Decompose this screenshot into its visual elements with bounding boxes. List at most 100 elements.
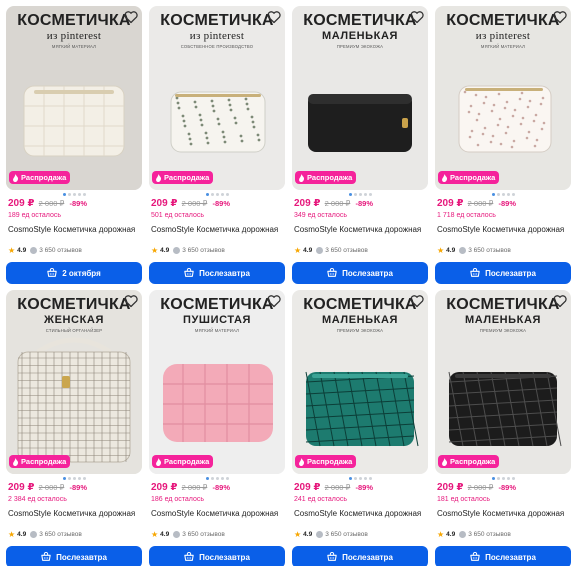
product-title[interactable]: CosmoStyle Косметичка дорожная <box>8 224 142 235</box>
product-card[interactable]: КОСМЕТИЧКА из pinterest МЯГКИЙ МАТЕРИАЛ … <box>6 6 142 284</box>
delivery-label: Послезавтра <box>485 268 536 278</box>
old-price: 2 000 ₽ <box>324 199 351 208</box>
star-icon: ★ <box>294 246 302 255</box>
rating-row: ★ 4.9 3 650 отзывов <box>8 530 82 539</box>
product-card[interactable]: КОСМЕТИЧКА ПУШИСТАЯ МЯГКИЙ МАТЕРИАЛ Расп… <box>149 290 285 566</box>
product-card[interactable]: КОСМЕТИЧКА из pinterest МЯГКИЙ МАТЕРИАЛ … <box>435 6 571 284</box>
heart-icon[interactable] <box>552 293 568 309</box>
sale-badge: Распродажа <box>438 455 500 468</box>
reviews-count: 3 650 отзывов <box>325 531 368 538</box>
price: 209 ₽ <box>8 198 35 209</box>
heart-icon[interactable] <box>409 9 425 25</box>
add-to-cart-button[interactable]: 2 октября <box>6 262 142 284</box>
product-image[interactable]: КОСМЕТИЧКА МАЛЕНЬКАЯ ПРЕМИУМ ЭКОКОЖА Рас… <box>292 290 428 474</box>
product-image[interactable]: КОСМЕТИЧКА МАЛЕНЬКАЯ ПРЕМИУМ ЭКОКОЖА Рас… <box>292 6 428 190</box>
product-card[interactable]: КОСМЕТИЧКА МАЛЕНЬКАЯ ПРЕМИУМ ЭКОКОЖА Рас… <box>435 290 571 566</box>
product-title[interactable]: CosmoStyle Косметичка дорожная <box>437 508 571 519</box>
price-row: 209 ₽ 2 000 ₽ -89% <box>294 482 373 493</box>
rating-row: ★ 4.9 3 650 отзывов <box>151 530 225 539</box>
product-title[interactable]: CosmoStyle Косметичка дорожная <box>151 508 285 519</box>
product-image[interactable]: КОСМЕТИЧКА ЖЕНСКАЯ СТИЛЬНЫЙ ОРГАНАЙЗЕР Р… <box>6 290 142 474</box>
rating-value: 4.9 <box>303 247 313 254</box>
poster-title: КОСМЕТИЧКА <box>17 296 131 313</box>
delivery-label: Послезавтра <box>342 268 393 278</box>
product-card[interactable]: КОСМЕТИЧКА МАЛЕНЬКАЯ ПРЕМИУМ ЭКОКОЖА Рас… <box>292 290 428 566</box>
product-card[interactable]: КОСМЕТИЧКА ЖЕНСКАЯ СТИЛЬНЫЙ ОРГАНАЙЗЕР Р… <box>6 290 142 566</box>
product-card[interactable]: КОСМЕТИЧКА МАЛЕНЬКАЯ ПРЕМИУМ ЭКОКОЖА Рас… <box>292 6 428 284</box>
add-to-cart-button[interactable]: Послезавтра <box>292 546 428 566</box>
rating-value: 4.9 <box>17 247 27 254</box>
add-to-cart-button[interactable]: Послезавтра <box>149 546 285 566</box>
stock-left: 189 ед осталось <box>8 212 62 219</box>
heart-icon[interactable] <box>409 293 425 309</box>
sale-badge: Распродажа <box>438 171 500 184</box>
add-to-cart-button[interactable]: Послезавтра <box>292 262 428 284</box>
product-title[interactable]: CosmoStyle Косметичка дорожная <box>294 224 428 235</box>
flame-icon <box>13 173 19 182</box>
rating-value: 4.9 <box>17 531 27 538</box>
rating-row: ★ 4.9 3 650 отзывов <box>294 246 368 255</box>
rating-row: ★ 4.9 3 650 отзывов <box>294 530 368 539</box>
cart-icon <box>470 268 480 277</box>
discount: -89% <box>498 199 517 208</box>
heart-icon[interactable] <box>552 9 568 25</box>
stock-left: 181 ед осталось <box>437 496 491 503</box>
delivery-label: Послезавтра <box>199 552 250 562</box>
cart-icon <box>184 552 194 561</box>
stock-left: 241 ед осталось <box>294 496 348 503</box>
comment-icon <box>459 531 467 538</box>
poster-title: КОСМЕТИЧКА <box>17 12 131 29</box>
product-image[interactable]: КОСМЕТИЧКА ПУШИСТАЯ МЯГКИЙ МАТЕРИАЛ Расп… <box>149 290 285 474</box>
product-title[interactable]: CosmoStyle Косметичка дорожная <box>294 508 428 519</box>
image-pager <box>6 477 142 480</box>
add-to-cart-button[interactable]: Послезавтра <box>435 262 571 284</box>
product-card[interactable]: КОСМЕТИЧКА из pinterest СОБСТВЕННОЕ ПРОИ… <box>149 6 285 284</box>
heart-icon[interactable] <box>123 293 139 309</box>
rating-value: 4.9 <box>446 247 456 254</box>
old-price: 2 000 ₽ <box>324 483 351 492</box>
price: 209 ₽ <box>151 482 178 493</box>
comment-icon <box>30 247 38 254</box>
product-image[interactable]: КОСМЕТИЧКА из pinterest МЯГКИЙ МАТЕРИАЛ … <box>6 6 142 190</box>
star-icon: ★ <box>437 530 445 539</box>
discount: -89% <box>498 483 517 492</box>
product-image[interactable]: КОСМЕТИЧКА МАЛЕНЬКАЯ ПРЕМИУМ ЭКОКОЖА Рас… <box>435 290 571 474</box>
product-image[interactable]: КОСМЕТИЧКА из pinterest СОБСТВЕННОЕ ПРОИ… <box>149 6 285 190</box>
sale-label: Распродажа <box>450 457 496 466</box>
rating-row: ★ 4.9 3 650 отзывов <box>8 246 82 255</box>
add-to-cart-button[interactable]: Послезавтра <box>6 546 142 566</box>
product-image[interactable]: КОСМЕТИЧКА из pinterest МЯГКИЙ МАТЕРИАЛ … <box>435 6 571 190</box>
heart-icon[interactable] <box>123 9 139 25</box>
add-to-cart-button[interactable]: Послезавтра <box>435 546 571 566</box>
sale-badge: Распродажа <box>152 171 214 184</box>
sale-label: Распродажа <box>21 457 67 466</box>
comment-icon <box>173 531 181 538</box>
product-title[interactable]: CosmoStyle Косметичка дорожная <box>8 508 142 519</box>
price: 209 ₽ <box>294 198 321 209</box>
delivery-label: Послезавтра <box>199 268 250 278</box>
discount: -89% <box>212 199 231 208</box>
reviews-count: 3 650 отзывов <box>39 247 82 254</box>
stock-left: 1 718 ед осталось <box>437 212 496 219</box>
star-icon: ★ <box>294 530 302 539</box>
cart-icon <box>47 268 57 277</box>
heart-icon[interactable] <box>266 9 282 25</box>
product-title[interactable]: CosmoStyle Косметичка дорожная <box>151 224 285 235</box>
price: 209 ₽ <box>8 482 35 493</box>
flame-icon <box>156 457 162 466</box>
sale-label: Распродажа <box>450 173 496 182</box>
sale-label: Распродажа <box>21 173 67 182</box>
poster-note: СТИЛЬНЫЙ ОРГАНАЙЗЕР <box>45 328 103 333</box>
product-title[interactable]: CosmoStyle Косметичка дорожная <box>437 224 571 235</box>
price-row: 209 ₽ 2 000 ₽ -89% <box>8 482 87 493</box>
add-to-cart-button[interactable]: Послезавтра <box>149 262 285 284</box>
flame-icon <box>299 457 305 466</box>
discount: -89% <box>212 483 231 492</box>
image-pager <box>292 477 428 480</box>
image-pager <box>6 193 142 196</box>
heart-icon[interactable] <box>266 293 282 309</box>
reviews-count: 3 650 отзывов <box>468 247 511 254</box>
poster-subtitle: МАЛЕНЬКАЯ <box>321 30 399 42</box>
poster-note: МЯГКИЙ МАТЕРИАЛ <box>194 328 240 333</box>
star-icon: ★ <box>8 530 16 539</box>
